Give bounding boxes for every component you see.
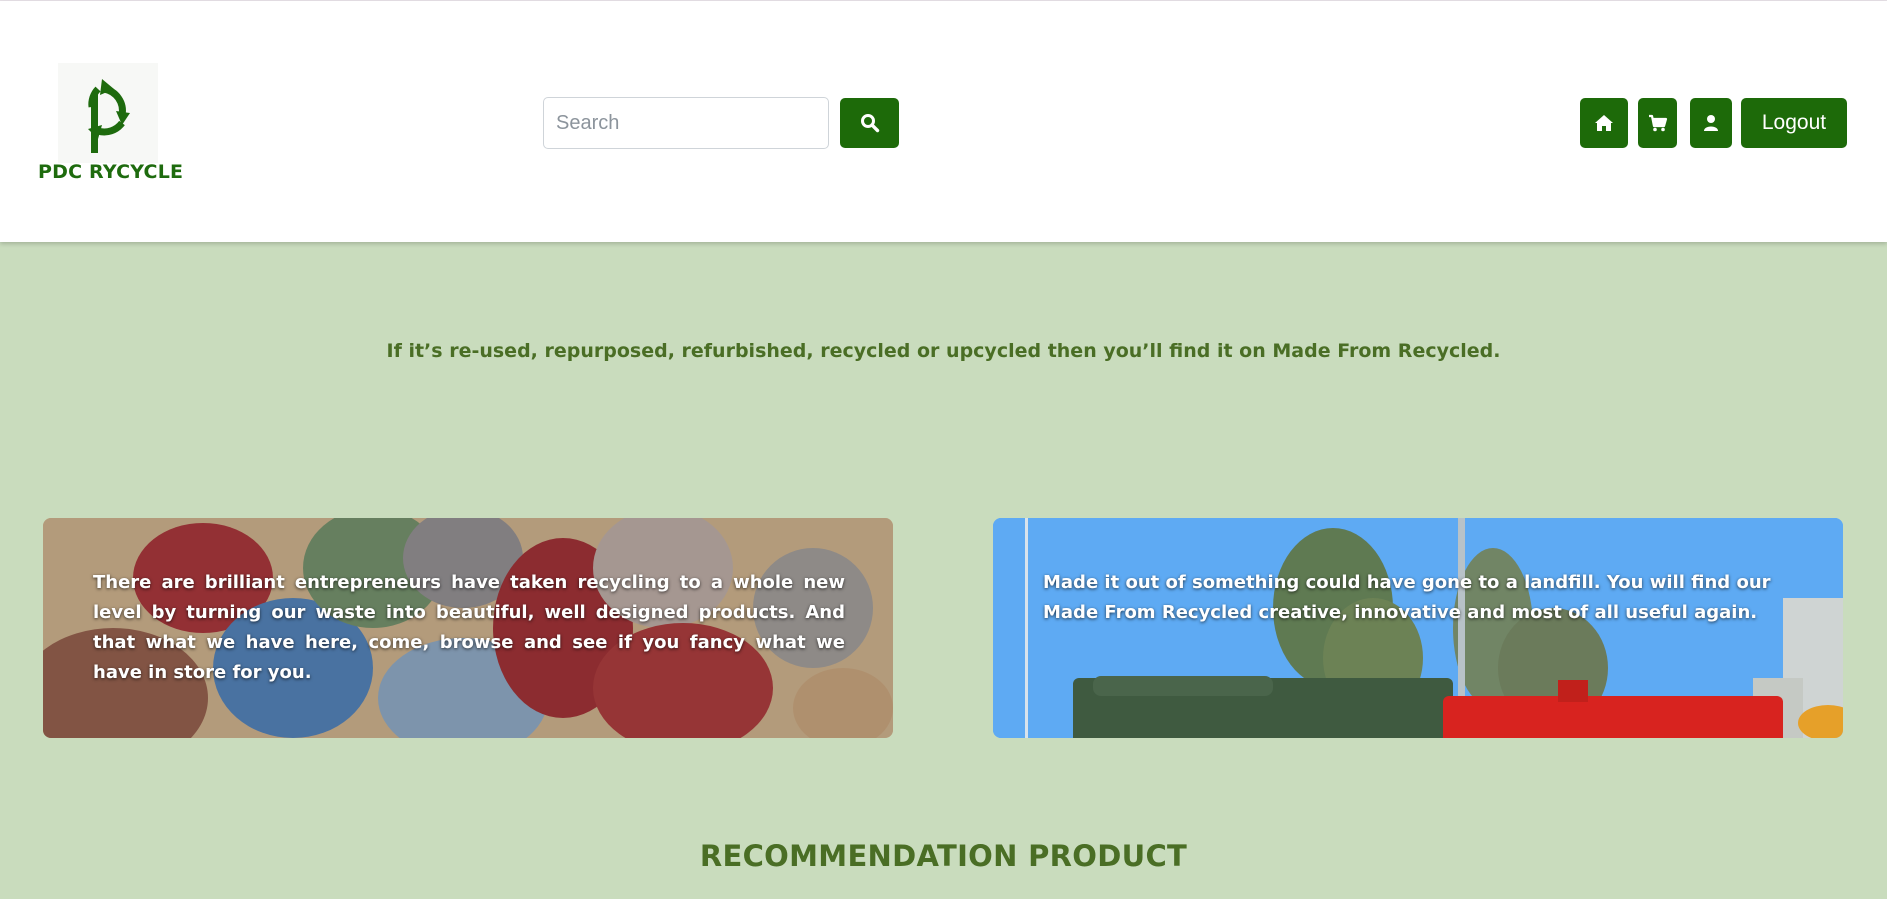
site-header: PDC RYCYCLE Logout <box>0 1 1887 242</box>
cart-icon <box>1648 114 1667 132</box>
user-button[interactable] <box>1690 98 1732 148</box>
info-card-bins: Made it out of something could have gone… <box>993 518 1843 738</box>
recommendation-title: RECOMMENDATION PRODUCT <box>699 839 1188 873</box>
recycling-bins-photo <box>993 518 1843 738</box>
home-button[interactable] <box>1580 98 1628 148</box>
card-text: Made it out of something could have gone… <box>1043 572 1771 623</box>
search-input[interactable] <box>543 97 829 149</box>
card-text: There are brilliant entrepreneurs have t… <box>93 572 845 683</box>
recycle-p-icon <box>58 63 158 163</box>
cart-button[interactable] <box>1638 98 1677 148</box>
search-icon <box>860 114 879 133</box>
search-button[interactable] <box>840 98 899 148</box>
brand-logo[interactable]: PDC RYCYCLE <box>38 57 183 187</box>
hero-tagline: If it’s re-used, repurposed, refurbished… <box>386 340 1501 362</box>
user-icon <box>1704 115 1718 131</box>
home-icon <box>1595 115 1613 131</box>
logout-button[interactable]: Logout <box>1741 98 1847 148</box>
brand-name: PDC RYCYCLE <box>38 161 184 183</box>
info-card-baskets: There are brilliant entrepreneurs have t… <box>43 518 893 738</box>
